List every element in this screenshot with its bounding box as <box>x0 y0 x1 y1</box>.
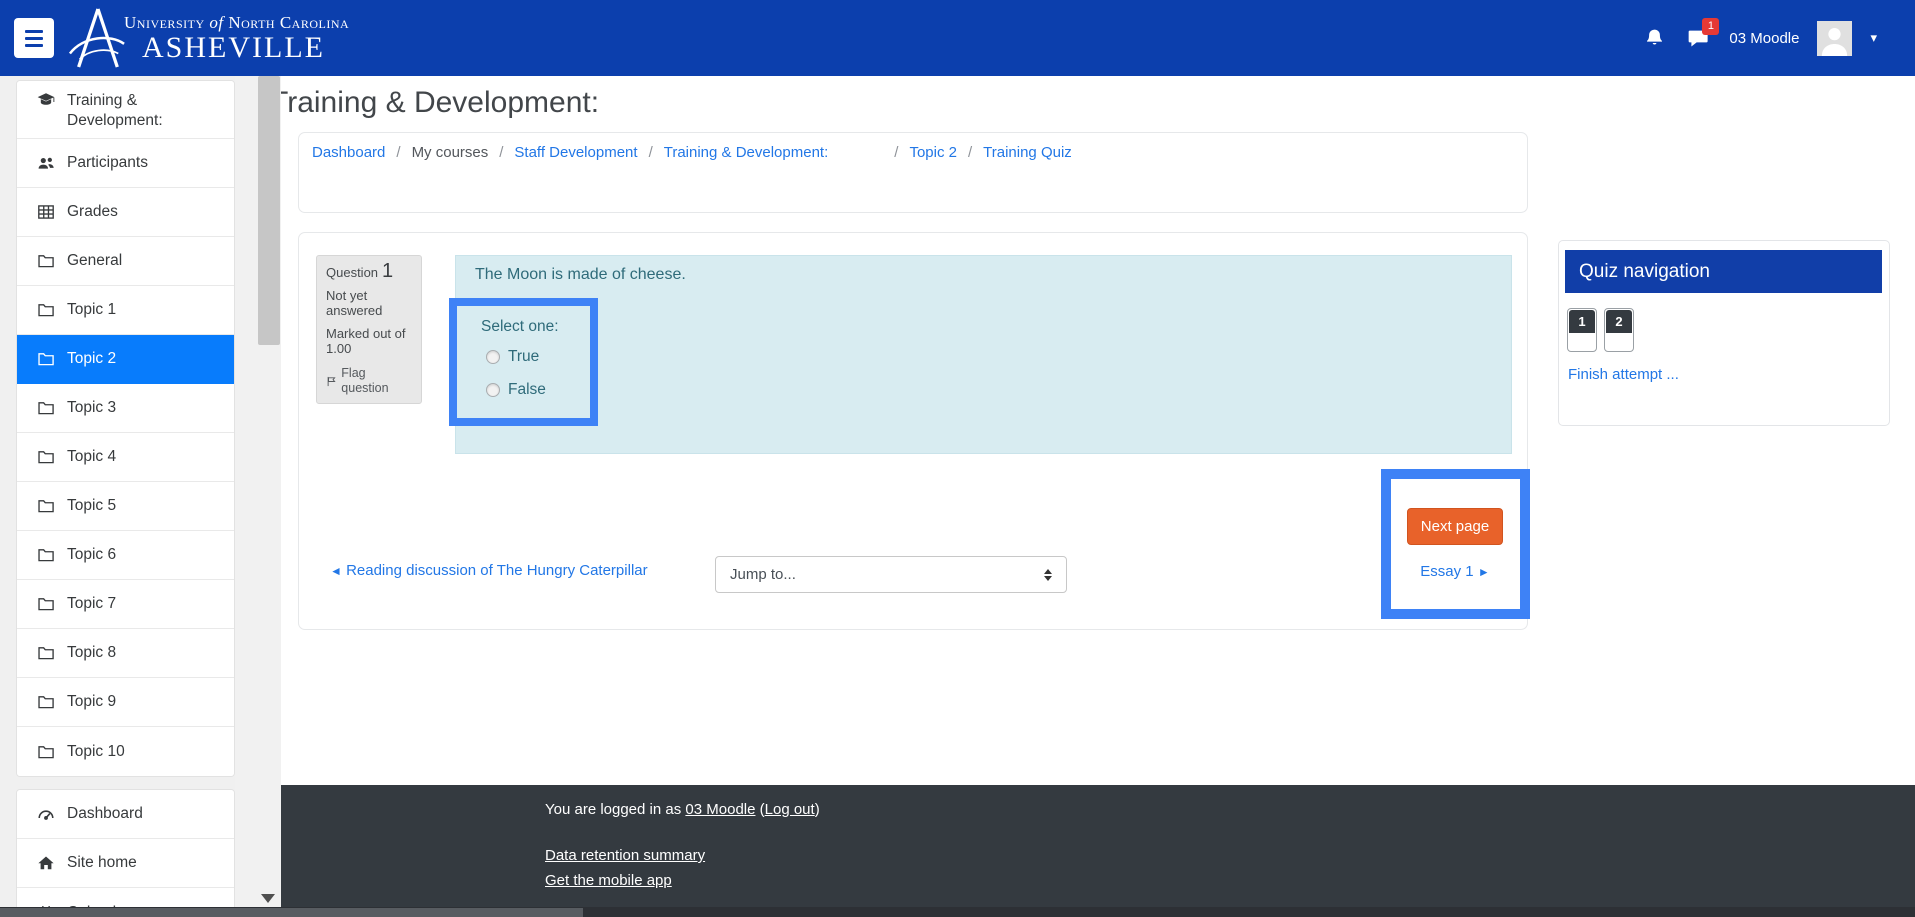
sidebar-item-topic-10[interactable]: Topic 10 <box>17 727 234 776</box>
breadcrumb-my-courses: My courses <box>412 144 489 161</box>
horizontal-scrollbar-thumb[interactable] <box>0 908 583 917</box>
sidebar-item-topic-1[interactable]: Topic 1 <box>17 286 234 335</box>
breadcrumb-separator: / <box>396 144 400 161</box>
flag-question-link[interactable]: Flag question <box>326 366 412 396</box>
sidebar-item-topic-6[interactable]: Topic 6 <box>17 531 234 580</box>
unread-messages-badge: 1 <box>1702 18 1719 35</box>
sidebar-item-label: Topic 3 <box>67 399 116 417</box>
finish-attempt-link[interactable]: Finish attempt ... <box>1568 366 1679 383</box>
question-text: The Moon is made of cheese. <box>475 266 686 284</box>
logo-line1: University of North Carolina <box>124 13 349 33</box>
question-nav-number: 2 <box>1606 310 1632 333</box>
sidebar-item-label: Topic 8 <box>67 644 116 662</box>
breadcrumb-training-quiz[interactable]: Training Quiz <box>983 144 1072 161</box>
question-number: 1 <box>382 260 393 282</box>
sidebar-item-label: Topic 1 <box>67 301 116 319</box>
sidebar-item-label: Participants <box>67 154 148 172</box>
sidebar-item-participants[interactable]: Participants <box>17 139 234 188</box>
sidebar-item-label: General <box>67 252 122 270</box>
hamburger-menu-button[interactable] <box>14 18 54 58</box>
sidebar-item-label: Topic 9 <box>67 693 116 711</box>
annotation-box-select-one <box>449 298 598 426</box>
question-info-box: Question1 Not yet answered Marked out of… <box>316 255 422 404</box>
sidebar-item-label: Training & Development: <box>67 91 226 131</box>
sidebar-item-calendar[interactable]: Calendar <box>17 888 234 907</box>
unca-logo-text[interactable]: University of North Carolina ASHEVILLE <box>124 13 349 65</box>
sidebar-item-label: Topic 7 <box>67 595 116 613</box>
jump-to-select[interactable]: Jump to... <box>715 556 1067 593</box>
question-nav-number: 1 <box>1569 310 1595 333</box>
unca-logo-icon[interactable] <box>68 6 126 75</box>
breadcrumb-staff-development[interactable]: Staff Development <box>514 144 637 161</box>
messages-icon[interactable]: 1 <box>1685 25 1711 51</box>
mobile-app-link[interactable]: Get the mobile app <box>545 872 672 889</box>
sidebar-item-topic-9[interactable]: Topic 9 <box>17 678 234 727</box>
sidebar-item-label: Topic 6 <box>67 546 116 564</box>
previous-activity-link[interactable]: ◄ Reading discussion of The Hungry Cater… <box>330 562 648 579</box>
question-status: Not yet answered <box>326 288 412 318</box>
sidebar-item-label: Grades <box>67 203 118 221</box>
sidebar-item-label: Dashboard <box>67 805 143 823</box>
username-label: 03 Moodle <box>1729 30 1799 47</box>
sidebar-item-dashboard[interactable]: Dashboard <box>17 790 234 839</box>
sidebar-item-label: Topic 10 <box>67 743 125 761</box>
breadcrumb-dashboard[interactable]: Dashboard <box>312 144 385 161</box>
question-marks: Marked out of 1.00 <box>326 326 412 356</box>
breadcrumb: Dashboard / My courses / Staff Developme… <box>312 144 1072 161</box>
sidebar-item-label: Site home <box>67 854 137 872</box>
sidebar-item-grades[interactable]: Grades <box>17 188 234 237</box>
page-footer: You are logged in as 03 Moodle (Log out)… <box>281 785 1915 907</box>
sidebar-item-general[interactable]: General <box>17 237 234 286</box>
sidebar-item-topic-2[interactable]: Topic 2 <box>17 335 234 384</box>
question-nav-button-1[interactable]: 1 <box>1567 308 1597 352</box>
sidebar-item-topic-7[interactable]: Topic 7 <box>17 580 234 629</box>
jump-to-value: Jump to... <box>730 566 796 583</box>
top-navbar: University of North Carolina ASHEVILLE 1… <box>0 0 1915 76</box>
logo-line2: ASHEVILLE <box>142 31 349 65</box>
sidebar-item-topic-8[interactable]: Topic 8 <box>17 629 234 678</box>
question-formulation <box>455 255 1512 454</box>
flag-icon <box>326 375 337 388</box>
sidebar-item-label: Topic 2 <box>67 350 116 368</box>
user-menu-caret-icon[interactable]: ▾ <box>1870 30 1877 46</box>
sidebar-item-course[interactable]: Training & Development: <box>17 81 234 139</box>
course-nav-card: Training & Development: Participants Gra… <box>16 80 235 777</box>
data-retention-link[interactable]: Data retention summary <box>545 847 705 864</box>
breadcrumb-separator: / <box>499 144 503 161</box>
breadcrumb-separator: / <box>894 144 898 161</box>
logout-link[interactable]: Log out <box>765 801 815 818</box>
breadcrumb-topic-2[interactable]: Topic 2 <box>909 144 957 161</box>
question-label: Question <box>326 265 378 280</box>
prev-arrow-icon: ◄ <box>330 564 342 578</box>
horizontal-scrollbar-track[interactable] <box>0 907 1915 917</box>
quiz-navigation-header: Quiz navigation <box>1565 250 1882 293</box>
logged-in-user-link[interactable]: 03 Moodle <box>685 801 755 818</box>
nav-drawer: Training & Development: Participants Gra… <box>0 76 235 907</box>
sidebar-item-label: Topic 5 <box>67 497 116 515</box>
sidebar-item-site-home[interactable]: Site home <box>17 839 234 888</box>
question-nav-button-2[interactable]: 2 <box>1604 308 1634 352</box>
sidebar-item-topic-5[interactable]: Topic 5 <box>17 482 234 531</box>
page-title: Training & Development: <box>270 86 599 120</box>
user-avatar[interactable] <box>1817 21 1852 56</box>
sidebar-item-topic-3[interactable]: Topic 3 <box>17 384 234 433</box>
logged-in-line: You are logged in as 03 Moodle (Log out) <box>545 801 820 818</box>
question-number-line: Question1 <box>326 264 412 280</box>
sidebar-item-label: Topic 4 <box>67 448 116 466</box>
select-arrows-icon <box>1044 569 1052 581</box>
sidebar-item-topic-4[interactable]: Topic 4 <box>17 433 234 482</box>
drawer-scrollbar-thumb[interactable] <box>258 76 280 345</box>
breadcrumb-separator: / <box>649 144 653 161</box>
navbar-right-group: 1 03 Moodle ▾ <box>1641 0 1877 76</box>
scrollbar-down-arrow-icon[interactable] <box>261 894 275 903</box>
breadcrumb-separator: / <box>968 144 972 161</box>
site-nav-card: Dashboard Site home Calendar <box>16 789 235 907</box>
breadcrumb-course[interactable]: Training & Development: <box>664 144 829 161</box>
annotation-box-next-page <box>1381 469 1530 619</box>
notifications-bell-icon[interactable] <box>1641 25 1667 51</box>
